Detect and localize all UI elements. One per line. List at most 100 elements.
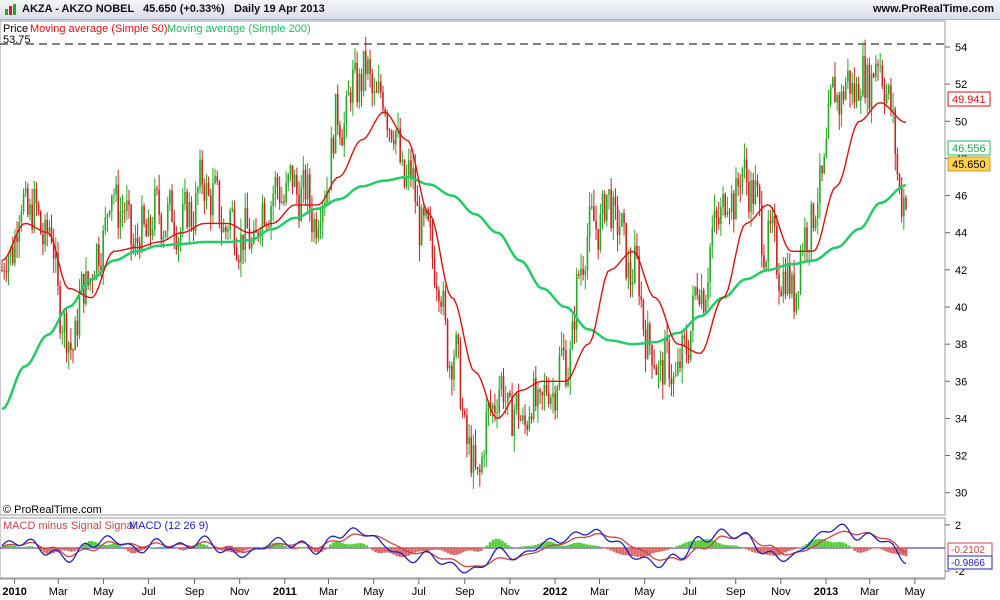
candle-body [216, 176, 219, 181]
candle-body [281, 201, 283, 203]
legend-macd-hist: MACD minus Signal Signal [3, 520, 135, 532]
macd-histogram-bar [244, 548, 248, 551]
candle-body [395, 130, 397, 145]
candle-body [98, 244, 100, 266]
x-tick-label: 2010 [2, 586, 26, 598]
candle-body [11, 247, 14, 264]
candle-body [461, 408, 464, 412]
macd-histogram-bar [723, 544, 727, 548]
macd-histogram-bar [175, 548, 179, 549]
candle-body [892, 109, 894, 111]
candle-body [468, 437, 470, 444]
x-tick-label: Nov [771, 586, 791, 598]
candle-body [296, 174, 298, 195]
macd-histogram-bar [202, 544, 206, 548]
candle-body [67, 342, 70, 353]
macd-histogram-bar [365, 545, 369, 548]
macd-histogram-bar [106, 544, 109, 548]
candle-body [618, 226, 621, 235]
candle-body [524, 415, 526, 425]
macd-histogram-bar [335, 541, 338, 548]
candle-body [102, 230, 104, 270]
candle-body [519, 419, 522, 421]
macd-histogram-bar [109, 544, 112, 548]
macd-histogram-bar [332, 542, 335, 548]
candle-body [857, 84, 860, 101]
candle-body [816, 203, 819, 219]
candle-body [242, 234, 244, 250]
candle-body [670, 378, 673, 385]
price-chart[interactable]: 54525048464442403836343230 Price Moving … [0, 0, 1000, 600]
candle-body [862, 56, 864, 96]
candle-body [569, 348, 572, 380]
candle-body [390, 130, 393, 141]
macd-histogram-bar [669, 548, 673, 549]
candle-body [246, 207, 249, 229]
candle-body [709, 246, 711, 282]
candle-body [382, 91, 384, 110]
candle-body [199, 159, 201, 188]
macd-histogram-bar [530, 545, 534, 548]
macd-histogram-bar [841, 542, 845, 548]
candle-body [745, 159, 748, 183]
macd-histogram-bar [594, 545, 598, 548]
macd-histogram-bar [341, 543, 344, 548]
macd-histogram-bar [347, 544, 350, 548]
candle-body [177, 240, 180, 250]
macd-histogram-bar [241, 548, 245, 552]
macd-histogram-bar [371, 548, 375, 551]
candle-body [414, 168, 417, 202]
candle-body [61, 332, 64, 334]
candle-body [459, 344, 462, 409]
macd-histogram-bar [503, 542, 507, 548]
candle-body [677, 361, 679, 375]
y-tick-label: 34 [955, 413, 967, 425]
candle-body [517, 394, 520, 420]
candle-body [793, 274, 795, 312]
candle-body [864, 56, 866, 99]
candle-body [343, 123, 346, 146]
candle-body [595, 220, 597, 229]
high-value-label: 53.75 [3, 34, 31, 46]
price-panel[interactable] [0, 20, 946, 516]
candle-body [274, 177, 277, 194]
macd-histogram-bar [829, 541, 833, 548]
macd-histogram-bar [329, 544, 332, 548]
candle-body [435, 285, 438, 291]
macd-histogram-bar [642, 548, 646, 557]
candle-body [763, 255, 765, 268]
x-tick-label: Sep [455, 586, 475, 598]
candle-body [737, 178, 739, 187]
candle-body [679, 361, 681, 368]
candle-body [156, 188, 158, 190]
candle-body [18, 222, 21, 242]
candle-body [386, 114, 389, 130]
macd-histogram-bar [112, 543, 115, 548]
candle-body [724, 194, 726, 216]
macd-histogram-bar [892, 548, 896, 554]
copyright-label: © ProRealTime.com [3, 504, 102, 516]
macd-histogram-bar [181, 548, 185, 551]
macd-histogram-bar [579, 542, 582, 548]
macd-histogram-bar [69, 548, 73, 552]
svg-text:46.556: 46.556 [952, 143, 986, 155]
macd-histogram-bar [603, 548, 607, 549]
macd-histogram-bar [356, 543, 359, 548]
macd-histogram-bar [630, 548, 634, 556]
macd-value-tag: -0.9866 [947, 555, 993, 570]
candle-body [752, 180, 754, 204]
candle-body [134, 238, 137, 249]
y-tick-label: 32 [955, 451, 967, 463]
candle-body [672, 375, 675, 385]
macd-histogram-bar [283, 545, 287, 548]
macd-histogram-bar [344, 543, 347, 548]
macd-histogram-bar [326, 547, 329, 548]
candle-body [726, 211, 729, 216]
candle-body [558, 355, 561, 388]
candle-body [117, 184, 120, 228]
macd-histogram-bar [521, 546, 525, 548]
candle-body [885, 93, 888, 104]
macd-histogram-bar [151, 547, 155, 549]
candle-body [741, 168, 744, 187]
macd-histogram-bar [353, 543, 356, 548]
